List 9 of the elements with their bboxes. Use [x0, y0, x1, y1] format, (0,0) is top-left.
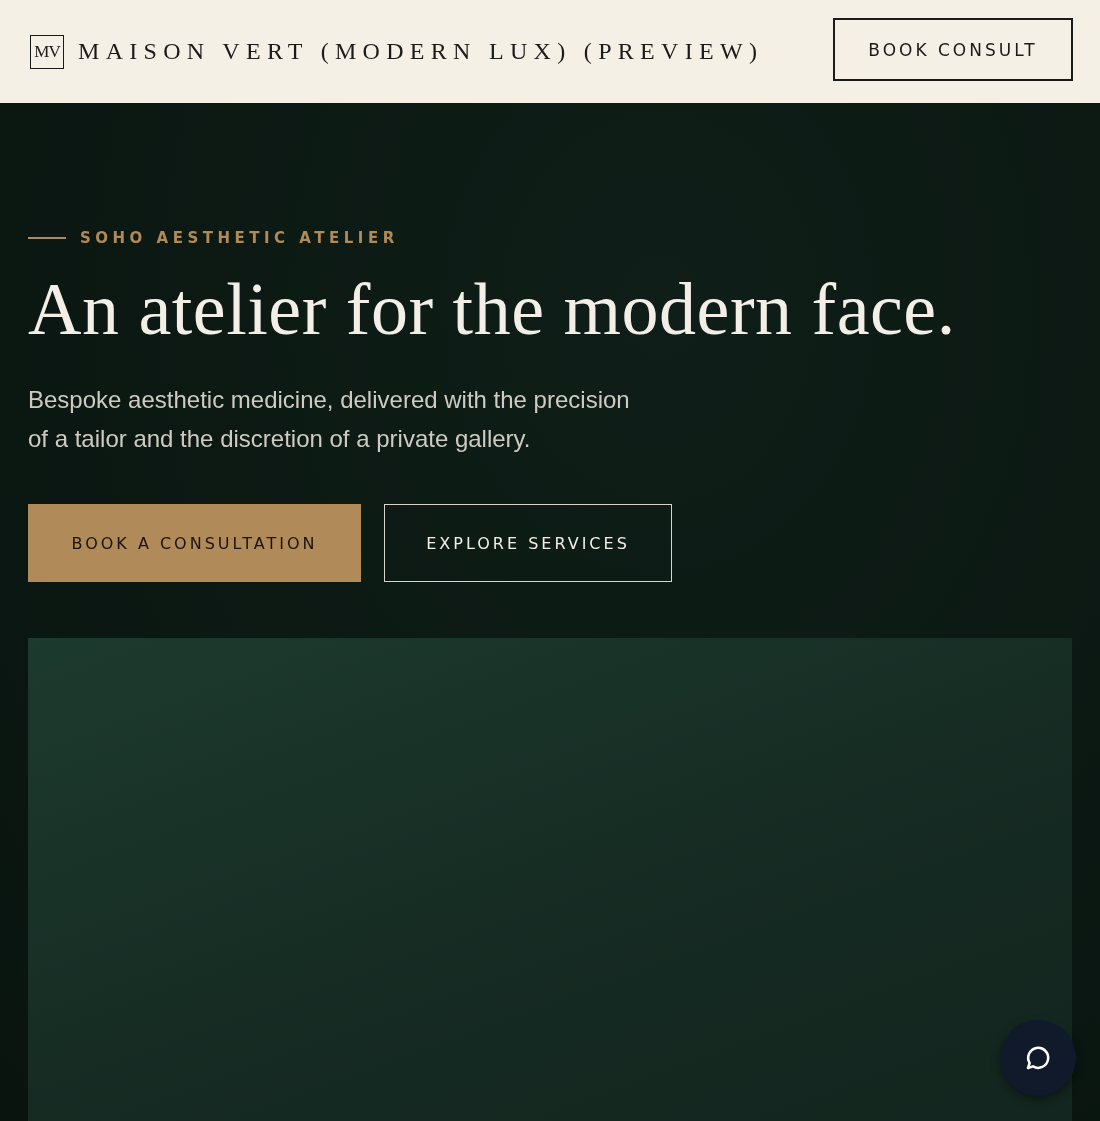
eyebrow-text: SOHO AESTHETIC ATELIER [80, 229, 399, 247]
services-button[interactable]: EXPLORE SERVICES [384, 504, 672, 583]
consultation-button[interactable]: BOOK A CONSULTATION [28, 504, 361, 583]
description: Bespoke aesthetic medicine, delivered with the precision of a tailor and the discretion of a private gallery. [28, 385, 631, 455]
brand-name: MAISON VERT (MODERN LUX) (PREVIEW) [78, 38, 764, 65]
accent-line [28, 237, 66, 239]
book-consult-button[interactable]: BOOK CONSULT [833, 18, 1073, 81]
headline: An atelier for the modern face. [28, 269, 957, 351]
logo-mark[interactable]: MV [30, 34, 64, 69]
